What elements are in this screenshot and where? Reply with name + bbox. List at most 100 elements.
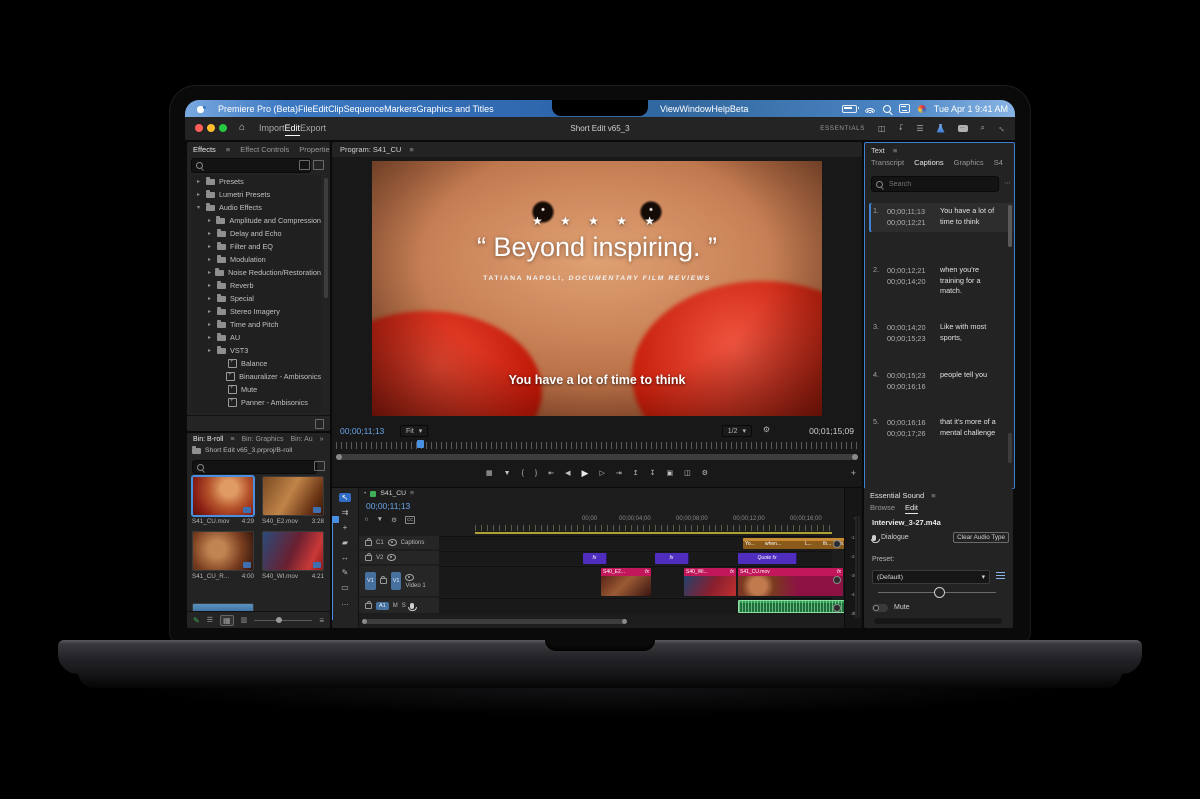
menu-item[interactable]: Premiere Pro (Beta) bbox=[218, 104, 298, 114]
effects-tree-row[interactable]: ▸ Lumetri Presets bbox=[191, 188, 321, 201]
menu-item[interactable]: Markers bbox=[384, 104, 417, 114]
scroll-knob-left[interactable] bbox=[362, 619, 367, 624]
text-tab[interactable]: Transcript bbox=[871, 158, 904, 169]
effects-tree-row[interactable]: ▸ AU bbox=[191, 331, 321, 344]
settings-wrench-icon[interactable]: ⚙ bbox=[763, 425, 770, 434]
mic-icon[interactable] bbox=[410, 603, 414, 609]
timeline-playhead[interactable] bbox=[332, 516, 333, 620]
captions-scrollbar-track[interactable] bbox=[1008, 433, 1012, 463]
clip-thumbnail[interactable] bbox=[262, 531, 324, 571]
timeline-ruler-ticks[interactable] bbox=[475, 525, 832, 531]
tool-icon[interactable]: ↔ bbox=[341, 553, 349, 562]
transport-icon[interactable]: ↧ bbox=[650, 469, 656, 477]
playback-resolution-dropdown[interactable]: 1/2 ▾ bbox=[722, 425, 752, 437]
caption-text[interactable]: people tell you bbox=[940, 370, 1000, 393]
captions-search[interactable] bbox=[871, 176, 999, 192]
captions-cc-icon[interactable]: CC bbox=[405, 516, 416, 524]
program-video[interactable]: ★ ★ ★ ★ ★ “ Beyond inspiring. ” TATIANA … bbox=[372, 161, 822, 416]
effects-tree-row[interactable]: ▸ Stereo Imagery bbox=[191, 305, 321, 318]
v1-track-lane[interactable]: S40_E2...fx S40_Wi...fx S41_CU.movfx bbox=[439, 566, 832, 597]
menu-extra-app-icon[interactable] bbox=[918, 105, 926, 113]
chevron-icon[interactable]: ▸ bbox=[197, 178, 202, 185]
text-tab[interactable]: S4 bbox=[994, 158, 1003, 169]
beta-flask-icon[interactable] bbox=[937, 124, 945, 133]
transport-icon[interactable]: } bbox=[535, 470, 537, 477]
spotlight-icon[interactable] bbox=[883, 105, 891, 113]
captions-scrollbar[interactable] bbox=[1008, 205, 1012, 247]
caption-row[interactable]: 1. 00;00;11;1300;00;12;21 You have a lot… bbox=[869, 203, 1013, 232]
lock-icon[interactable] bbox=[365, 555, 372, 561]
effects-tree-row[interactable]: ▸ Noise Reduction/Restoration bbox=[191, 266, 321, 279]
transport-icon[interactable]: ◫ bbox=[684, 469, 691, 477]
graphics-clip[interactable]: Quote fx bbox=[738, 553, 797, 564]
video-clip[interactable]: S41_CU.movfx bbox=[738, 568, 843, 596]
more-tabs-icon[interactable]: » bbox=[320, 436, 324, 443]
wifi-icon[interactable] bbox=[865, 105, 875, 113]
effects-tree-row[interactable]: ▸ Presets bbox=[191, 175, 321, 188]
chevron-icon[interactable]: ▸ bbox=[197, 191, 202, 198]
transport-icon[interactable]: ▷ bbox=[599, 469, 604, 477]
v1-track-header[interactable]: V1 V1 Video 1 bbox=[359, 566, 445, 596]
track-visibility-icon[interactable] bbox=[388, 539, 397, 546]
program-scrollbar[interactable] bbox=[336, 454, 858, 460]
timeline-settings-icon[interactable]: ⚙ bbox=[391, 516, 397, 524]
tool-icon[interactable]: ▰ bbox=[342, 538, 348, 547]
transport-icon[interactable]: ▣ bbox=[666, 469, 673, 477]
text-tab[interactable]: Captions bbox=[914, 158, 944, 169]
menu-item[interactable]: Sequence bbox=[344, 104, 385, 114]
effects-tree-row[interactable]: Balance bbox=[191, 357, 321, 370]
delete-icon[interactable] bbox=[315, 419, 324, 429]
effects-tree-row[interactable]: Binauralizer - Ambisonics bbox=[191, 370, 321, 383]
transport-icon[interactable]: ◀ bbox=[565, 469, 570, 477]
panel-menu-icon[interactable]: ≡ bbox=[893, 146, 897, 155]
source-patch-v1[interactable]: V1 bbox=[365, 572, 376, 590]
transport-icon[interactable]: ⇤ bbox=[548, 469, 554, 477]
caption-row[interactable]: 4. 00;00;15;2300;00;16;16 people tell yo… bbox=[869, 367, 1013, 396]
transport-icon[interactable]: ⚙ bbox=[702, 469, 708, 477]
workspace-icon[interactable]: ◫ bbox=[878, 124, 886, 133]
effects-search-input[interactable] bbox=[191, 158, 311, 173]
clip-thumbnail[interactable] bbox=[262, 476, 324, 516]
caption-track-header[interactable]: C1 Captions bbox=[359, 536, 445, 549]
a1-track-lane[interactable] bbox=[439, 598, 832, 614]
bin-search-input[interactable] bbox=[192, 460, 317, 474]
effects-tree-row[interactable]: ▸ Modulation bbox=[191, 253, 321, 266]
mute-toggle[interactable] bbox=[872, 604, 888, 612]
menu-item[interactable]: Beta bbox=[730, 104, 749, 114]
mute-button[interactable]: M bbox=[393, 603, 398, 609]
timeline-scrollbar[interactable] bbox=[362, 619, 627, 624]
effects-tree-row[interactable]: ▸ VST3 bbox=[191, 344, 321, 357]
caption-clip[interactable]: when... bbox=[763, 538, 807, 549]
caption-text[interactable]: Like with most sports, bbox=[940, 322, 1000, 345]
marker-icon[interactable]: ▼ bbox=[377, 516, 383, 524]
tab-effect-controls[interactable]: Effect Controls bbox=[240, 145, 289, 154]
transport-icon[interactable]: ▼ bbox=[504, 470, 511, 477]
effects-tree-row[interactable]: ▸ Delay and Echo bbox=[191, 227, 321, 240]
fx-filter2-icon[interactable] bbox=[313, 160, 324, 170]
snap-icon[interactable]: ∩ bbox=[364, 516, 369, 524]
lock-icon[interactable] bbox=[365, 540, 372, 546]
menu-item[interactable]: Clip bbox=[328, 104, 344, 114]
tool-icon[interactable]: ⇉ bbox=[342, 508, 349, 517]
chevron-icon[interactable]: ▸ bbox=[208, 217, 212, 224]
timeline-timecode[interactable]: 00;00;11;13 bbox=[366, 501, 410, 511]
program-mini-timeline[interactable] bbox=[336, 442, 858, 449]
track-visibility-icon[interactable] bbox=[387, 554, 396, 561]
chevron-icon[interactable]: ▸ bbox=[208, 256, 213, 263]
tool-icon[interactable]: ✎ bbox=[342, 568, 349, 577]
effects-tree-row[interactable]: ▸ Amplitude and Compression bbox=[191, 214, 321, 227]
scroll-knob-right[interactable] bbox=[852, 454, 858, 460]
chevron-icon[interactable]: ▸ bbox=[208, 243, 213, 250]
search-input[interactable] bbox=[887, 180, 967, 189]
tab-effects[interactable]: Effects bbox=[193, 145, 216, 154]
edit-pencil-icon[interactable]: ✎ bbox=[193, 616, 200, 625]
chevron-icon[interactable]: ▸ bbox=[208, 347, 213, 354]
caption-row[interactable]: 3. 00;00;14;2000;00;15;23 Like with most… bbox=[869, 319, 1013, 348]
zoom-slider-knob[interactable] bbox=[276, 617, 282, 623]
thumbnail-view-icon[interactable]: ▦ bbox=[220, 615, 234, 626]
sequence-tab[interactable]: • S41_CU ≡ bbox=[364, 490, 414, 497]
program-timecode[interactable]: 00;00;11;13 bbox=[340, 426, 384, 436]
tab-bin-audio[interactable]: Bin: Au bbox=[290, 436, 312, 443]
a1-track-header[interactable]: A1 M S bbox=[359, 598, 445, 613]
bin-item[interactable]: S40_E2.mov 3:28 bbox=[262, 476, 324, 525]
